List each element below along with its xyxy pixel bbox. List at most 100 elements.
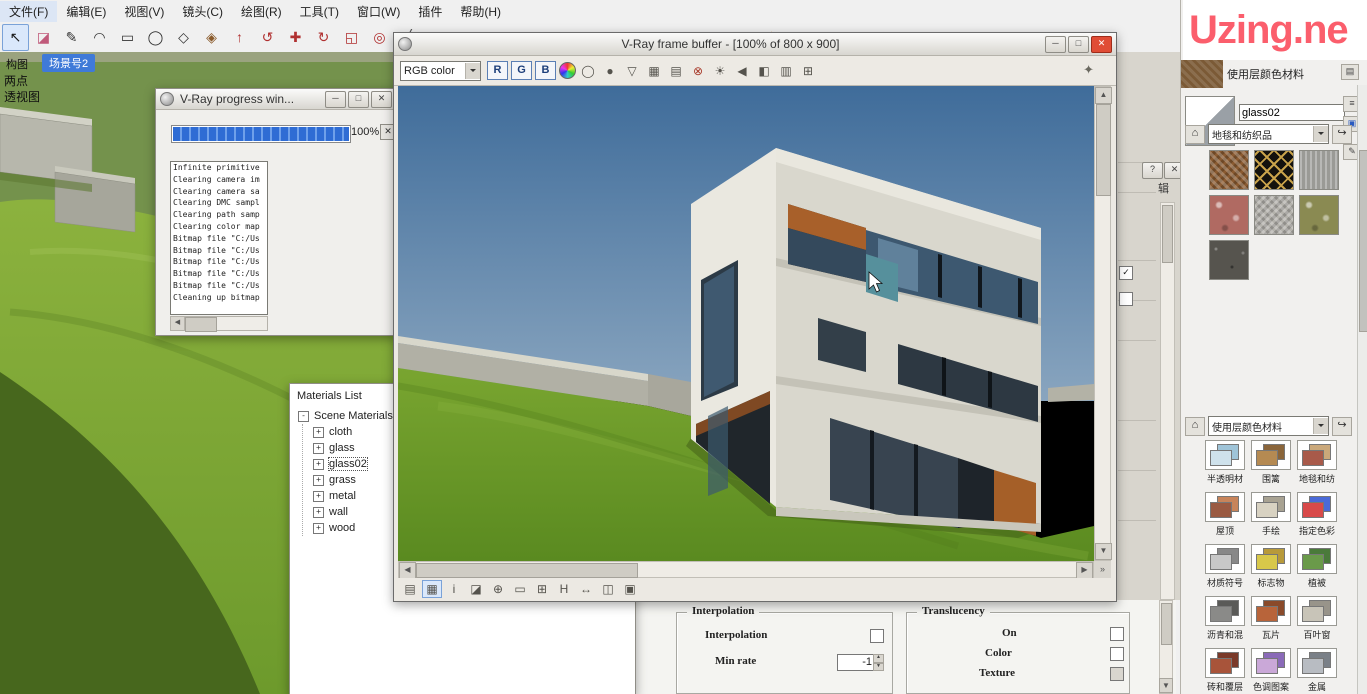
menu-item-5[interactable]: 绘图(R) bbox=[232, 1, 291, 22]
scene-tab[interactable]: 场景号2 bbox=[42, 54, 95, 72]
material-category-10[interactable]: 沥青和混 bbox=[1203, 596, 1247, 641]
render-log[interactable]: Infinite primitiveClearing camera imClea… bbox=[170, 161, 268, 315]
carpet-diamond-black[interactable] bbox=[1254, 150, 1294, 190]
expand-icon[interactable]: + bbox=[313, 507, 324, 518]
home-icon[interactable]: ⌂ bbox=[1185, 417, 1205, 436]
material-category-4[interactable]: 屋顶 bbox=[1203, 492, 1247, 537]
min-rate-stepper[interactable]: ▲▼ bbox=[873, 654, 884, 671]
tree-root[interactable]: - Scene Materials bbox=[298, 408, 393, 424]
maximize-button[interactable]: □ bbox=[348, 91, 369, 108]
texture-button[interactable] bbox=[1110, 667, 1124, 681]
menu-item-2[interactable]: 编辑(E) bbox=[57, 1, 115, 22]
select-tool[interactable]: ↖ bbox=[2, 24, 29, 51]
apply-arrow-icon[interactable]: ↪ bbox=[1332, 125, 1352, 144]
menu-item-4[interactable]: 镜头(C) bbox=[173, 1, 232, 22]
rotate-tool[interactable]: ↻ bbox=[310, 24, 337, 51]
material-category-6[interactable]: 指定色彩 bbox=[1295, 492, 1339, 537]
track-mouse-icon[interactable]: ☀ bbox=[710, 62, 730, 80]
move-tool[interactable]: ✚ bbox=[282, 24, 309, 51]
polygon-tool[interactable]: ◇ bbox=[170, 24, 197, 51]
carpet-rough-dark[interactable] bbox=[1209, 240, 1249, 280]
editor-scrollbar[interactable] bbox=[1160, 202, 1175, 600]
scroll-thumb[interactable] bbox=[185, 317, 217, 332]
material-item-glass[interactable]: +glass bbox=[313, 440, 393, 456]
horizontal-scrollbar[interactable]: ◀ ▶ bbox=[398, 561, 1094, 578]
menu-item-7[interactable]: 窗口(W) bbox=[348, 1, 409, 22]
expand-icon[interactable]: + bbox=[313, 427, 324, 438]
material-item-wood[interactable]: +wood bbox=[313, 520, 393, 536]
previous-image-icon[interactable]: ◀ bbox=[732, 62, 752, 80]
alpha-channel-icon[interactable]: ◯ bbox=[578, 62, 598, 80]
material-category-9[interactable]: 植被 bbox=[1295, 544, 1339, 589]
monochrome-icon[interactable]: ● bbox=[600, 62, 620, 80]
carpet-weave-brown[interactable] bbox=[1209, 150, 1249, 190]
image-info-icon[interactable]: i bbox=[444, 580, 464, 598]
material-item-glass02[interactable]: +glass02 bbox=[313, 456, 393, 472]
menu-item-9[interactable]: 帮助(H) bbox=[451, 1, 510, 22]
circle-tool[interactable]: ◯ bbox=[142, 24, 169, 51]
exposure-icon[interactable]: ⊕ bbox=[488, 580, 508, 598]
expand-icon[interactable]: + bbox=[313, 459, 324, 470]
material-category-2[interactable]: 围篱 bbox=[1249, 440, 1293, 485]
expand-icon[interactable]: + bbox=[313, 475, 324, 486]
material-category-5[interactable]: 手绘 bbox=[1249, 492, 1293, 537]
collection-dropdown[interactable]: 地毯和纺织品 bbox=[1208, 124, 1329, 144]
color-swatch[interactable] bbox=[1110, 647, 1124, 661]
material-category-15[interactable]: 金属 bbox=[1295, 648, 1339, 693]
material-item-metal[interactable]: +metal bbox=[313, 488, 393, 504]
options-scrollbar[interactable]: ▼ bbox=[1159, 600, 1173, 694]
expand-icon[interactable]: + bbox=[313, 523, 324, 534]
detail-pane-icon[interactable]: ▤ bbox=[1341, 64, 1359, 80]
options-menu-icon[interactable]: ▤ bbox=[400, 580, 420, 598]
swap-ab-icon[interactable]: ◧ bbox=[754, 62, 774, 80]
close-button[interactable]: ✕ bbox=[1091, 36, 1112, 53]
push-pull-tool[interactable]: ↑ bbox=[226, 24, 253, 51]
channel-r-button[interactable]: R bbox=[487, 61, 508, 80]
offset-tool[interactable]: ◎ bbox=[366, 24, 393, 51]
expand-icon[interactable]: + bbox=[313, 443, 324, 454]
menu-item-8[interactable]: 插件 bbox=[409, 1, 451, 22]
lens-effects-icon[interactable]: ✦ bbox=[1083, 62, 1094, 78]
material-category-7[interactable]: 材质符号 bbox=[1203, 544, 1247, 589]
paint-bucket-tool[interactable]: ◈ bbox=[198, 24, 225, 51]
show-channels-icon[interactable]: ▦ bbox=[422, 580, 442, 598]
carpet-floral-red[interactable] bbox=[1209, 195, 1249, 235]
material-category-12[interactable]: 百叶窗 bbox=[1295, 596, 1339, 641]
vertical-scrollbar[interactable]: ▲ ▼ bbox=[1094, 86, 1111, 561]
help-button[interactable]: ? bbox=[1142, 162, 1163, 179]
color-wheel-icon[interactable] bbox=[559, 62, 576, 79]
channel-dropdown[interactable]: RGB color bbox=[400, 61, 481, 81]
stamp-icon[interactable]: ▣ bbox=[620, 580, 640, 598]
expand-icon[interactable]: + bbox=[313, 491, 324, 502]
library-dropdown[interactable]: 使用层颜色材料 bbox=[1208, 416, 1329, 436]
carpet-weave-gray[interactable] bbox=[1254, 195, 1294, 235]
compare-icon[interactable]: ▥ bbox=[776, 62, 796, 80]
carpet-knit-gray[interactable] bbox=[1299, 150, 1339, 190]
option-checkbox[interactable]: ✓ bbox=[1119, 266, 1133, 280]
minimize-button[interactable]: ─ bbox=[325, 91, 346, 108]
option-checkbox[interactable] bbox=[1119, 292, 1133, 306]
close-button[interactable]: ✕ bbox=[371, 91, 392, 108]
load-image-icon[interactable]: ▤ bbox=[666, 62, 686, 80]
material-category-13[interactable]: 砖和覆层 bbox=[1203, 648, 1247, 693]
scroll-left-icon[interactable]: ◀ bbox=[171, 317, 185, 330]
material-category-3[interactable]: 地毯和纺 bbox=[1295, 440, 1339, 485]
on-checkbox[interactable] bbox=[1110, 627, 1124, 641]
material-category-1[interactable]: 半透明材 bbox=[1203, 440, 1247, 485]
material-item-cloth[interactable]: +cloth bbox=[313, 424, 393, 440]
apply-arrow-icon[interactable]: ↪ bbox=[1332, 417, 1352, 436]
interpolation-checkbox[interactable] bbox=[870, 629, 884, 643]
region-render-icon[interactable]: ⊞ bbox=[532, 580, 552, 598]
minimize-button[interactable]: ─ bbox=[1045, 36, 1066, 53]
menu-item-1[interactable]: 文件(F) bbox=[0, 1, 57, 22]
maximize-button[interactable]: □ bbox=[1068, 36, 1089, 53]
frame-buffer-titlebar[interactable]: V-Ray frame buffer - [100% of 800 x 900]… bbox=[394, 33, 1116, 56]
clear-image-icon[interactable]: ⊗ bbox=[688, 62, 708, 80]
scale-tool[interactable]: ◱ bbox=[338, 24, 365, 51]
duplicate-buffer-icon[interactable]: ⊞ bbox=[798, 62, 818, 80]
channel-b-button[interactable]: B bbox=[535, 61, 556, 80]
min-rate-field[interactable]: -1 bbox=[837, 654, 876, 671]
material-category-8[interactable]: 标志物 bbox=[1249, 544, 1293, 589]
menu-item-3[interactable]: 视图(V) bbox=[115, 1, 173, 22]
pan-compare-icon[interactable]: ↔ bbox=[576, 580, 596, 598]
